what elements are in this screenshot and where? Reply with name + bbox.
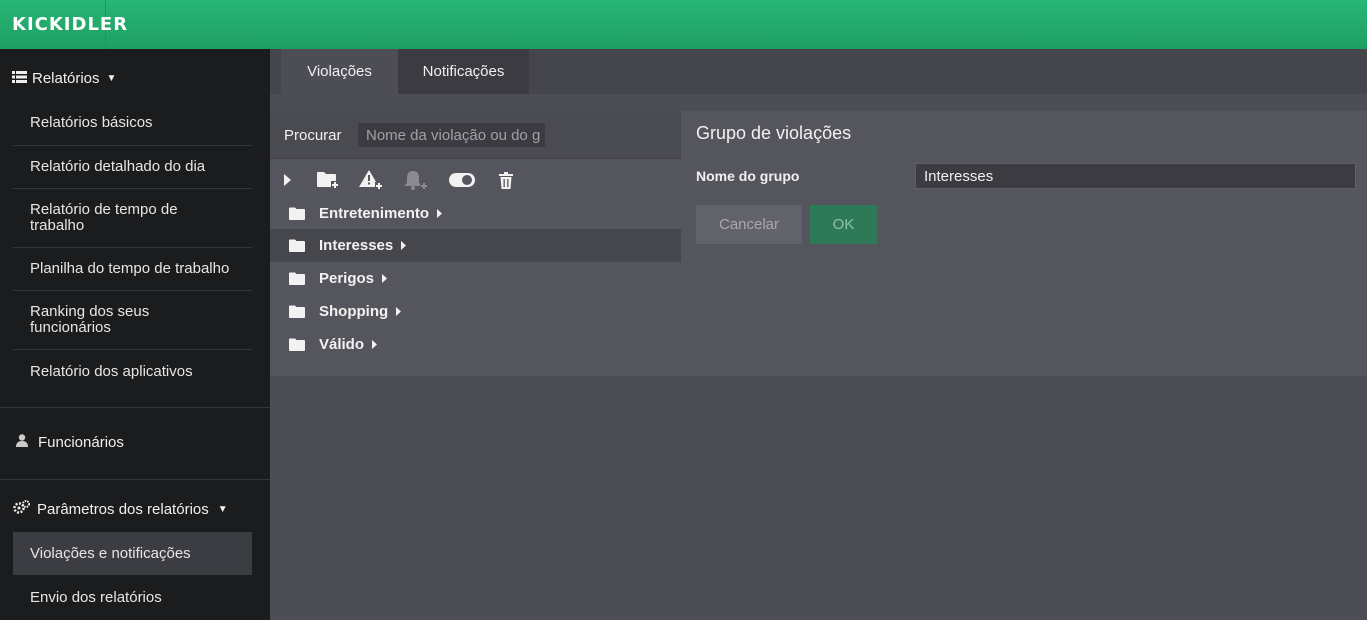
tab-label: Violações xyxy=(307,63,372,80)
app-logo: KICKIDLER xyxy=(12,14,129,35)
add-folder-icon[interactable] xyxy=(316,169,340,191)
tree-item-label: Shopping xyxy=(319,303,389,320)
reports-section-header[interactable]: Relatórios ▼ xyxy=(12,70,116,87)
caret-right-icon[interactable] xyxy=(396,307,402,316)
main-area: Violações Notificações Procurar Nome da … xyxy=(270,49,1367,620)
cancel-button[interactable]: Cancelar xyxy=(696,205,802,244)
folder-icon xyxy=(289,338,305,351)
sidebar-item-report-sending[interactable]: Envio dos relatórios xyxy=(13,575,252,620)
group-form-panel: Grupo de violações Nome do grupo Cancela… xyxy=(681,111,1367,376)
sidebar-item-label: Violações e notificações xyxy=(30,544,191,562)
gears-icon xyxy=(13,500,30,518)
sidebar-item-label: Relatório dos aplicativos xyxy=(30,362,193,380)
sidebar-item-ranking[interactable]: Ranking dos seus funcionários xyxy=(13,291,252,350)
sidebar-item-basic-reports[interactable]: Relatórios básicos xyxy=(13,101,252,146)
sidebar: Relatórios ▼ Relatórios básicos Relatóri… xyxy=(0,49,270,620)
trash-icon[interactable] xyxy=(494,169,518,191)
folder-icon xyxy=(289,305,305,318)
tree-item-valido[interactable]: Válido xyxy=(270,328,681,361)
tree-item-label: Entretenimento xyxy=(319,205,430,222)
form-title: Grupo de violações xyxy=(696,123,852,143)
sidebar-divider xyxy=(0,407,270,408)
search-row: Procurar xyxy=(270,111,681,159)
params-header-label: Parâmetros dos relatórios xyxy=(37,500,209,518)
sidebar-item-label: Envio dos relatórios xyxy=(30,588,162,606)
caret-right-icon[interactable] xyxy=(437,209,443,218)
toggle-icon[interactable] xyxy=(447,169,477,191)
caret-right-icon[interactable] xyxy=(372,340,378,349)
caret-down-icon: ▼ xyxy=(217,503,228,515)
violations-tree-panel: Procurar Entretenime xyxy=(270,111,681,376)
search-input[interactable] xyxy=(358,123,545,147)
caret-right-icon[interactable] xyxy=(382,274,388,283)
tree-item-interesses[interactable]: Interesses xyxy=(270,229,681,262)
tree-item-label: Interesses xyxy=(319,237,394,254)
folder-icon xyxy=(289,207,305,220)
tree-item-label: Válido xyxy=(319,336,365,353)
folder-icon xyxy=(289,239,305,252)
tab-bar: Violações Notificações xyxy=(270,49,1367,94)
folder-icon xyxy=(289,272,305,285)
tree-item-perigos[interactable]: Perigos xyxy=(270,262,681,295)
sidebar-item-label: Planilha do tempo de trabalho xyxy=(30,260,230,277)
reports-header-label: Relatórios xyxy=(32,70,100,87)
tab-violations[interactable]: Violações xyxy=(281,49,398,94)
add-violation-icon[interactable] xyxy=(359,169,383,191)
sidebar-item-label: Relatório de tempo de trabalho xyxy=(30,201,178,234)
list-icon xyxy=(12,70,27,87)
sidebar-item-worktime-report[interactable]: Relatório de tempo de trabalho xyxy=(13,189,252,248)
add-notification-icon[interactable] xyxy=(404,169,428,191)
search-label: Procurar xyxy=(284,127,342,144)
sidebar-item-label: Relatórios básicos xyxy=(30,114,153,131)
top-bar: KICKIDLER xyxy=(0,0,1367,49)
tab-label: Notificações xyxy=(422,63,505,80)
tree-item-shopping[interactable]: Shopping xyxy=(270,295,681,328)
tree-item-label: Perigos xyxy=(319,270,375,287)
group-name-input[interactable] xyxy=(915,163,1356,189)
sidebar-item-apps-report[interactable]: Relatório dos aplicativos xyxy=(13,350,252,393)
sidebar-item-worktime-sheet[interactable]: Planilha do tempo de trabalho xyxy=(13,248,252,291)
sidebar-item-employees[interactable]: Funcionários xyxy=(16,434,124,451)
sidebar-divider xyxy=(0,479,270,480)
sidebar-item-daily-report[interactable]: Relatório detalhado do dia xyxy=(13,146,252,189)
group-name-label: Nome do grupo xyxy=(696,168,800,184)
params-section-header[interactable]: Parâmetros dos relatórios ▼ xyxy=(13,500,228,518)
ok-button[interactable]: OK xyxy=(810,205,877,244)
tree-item-entretenimento[interactable]: Entretenimento xyxy=(270,197,681,230)
sidebar-item-label: Relatório detalhado do dia xyxy=(30,158,206,175)
user-icon xyxy=(16,434,28,451)
sidebar-item-label: Ranking dos seus funcionários xyxy=(30,303,150,336)
expand-icon[interactable] xyxy=(275,169,299,191)
logo-area[interactable]: KICKIDLER xyxy=(0,0,127,49)
caret-down-icon: ▼ xyxy=(106,73,117,84)
sidebar-item-violations-notifications[interactable]: Violações e notificações xyxy=(13,532,252,575)
employees-label: Funcionários xyxy=(38,434,124,451)
caret-right-icon[interactable] xyxy=(401,241,407,250)
tab-notifications[interactable]: Notificações xyxy=(398,49,529,94)
